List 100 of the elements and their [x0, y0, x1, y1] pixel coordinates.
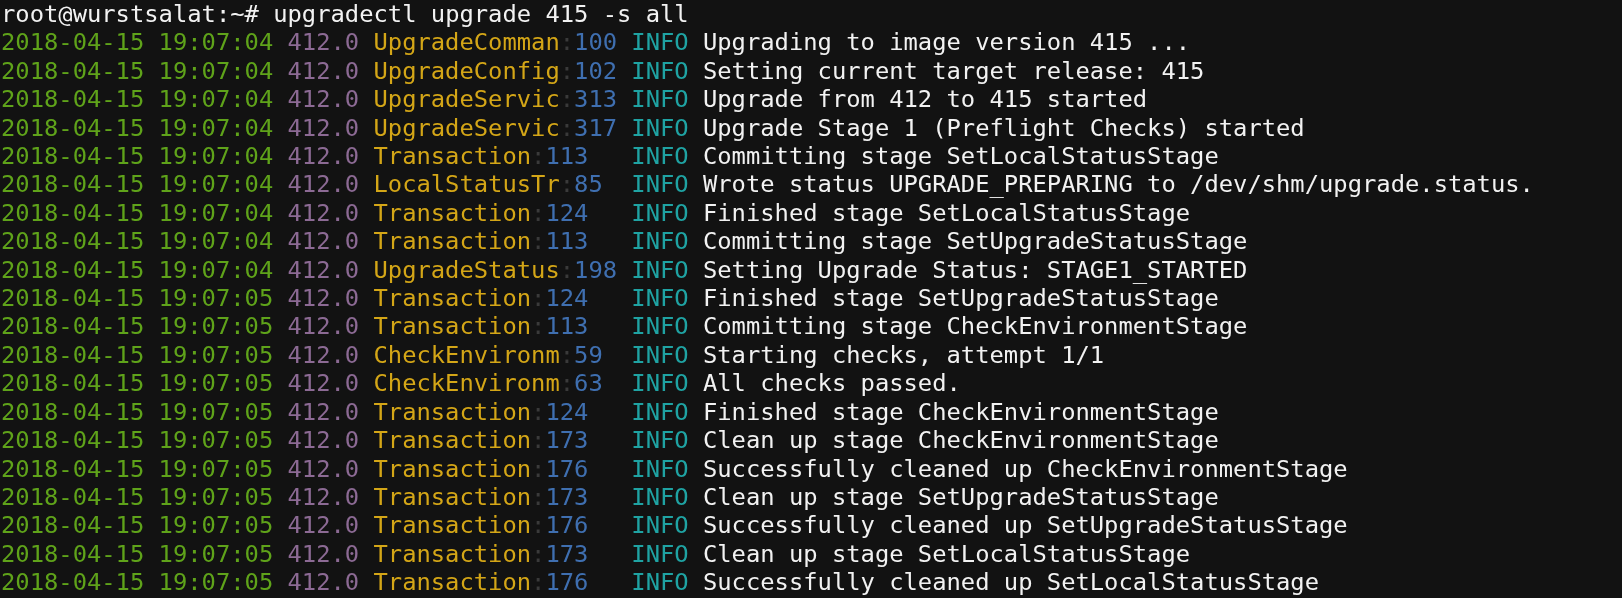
source-text: UpgradeConfig	[373, 56, 560, 86]
message-text: Wrote status UPGRADE_PREPARING to /dev/shm/upgrade.status.	[702, 170, 1534, 199]
message-text: Starting checks, attempt 1/1	[702, 340, 1105, 370]
source-text: Transaction	[373, 227, 532, 256]
message-text: Committing stage CheckEnvironmentStage	[702, 312, 1248, 341]
version-text: 412.0	[287, 397, 360, 427]
message-text: Clean up stage CheckEnvironmentStage	[702, 426, 1219, 455]
level-text: INFO	[631, 511, 689, 540]
version-text: 412.0	[287, 28, 360, 57]
separator-text: :	[559, 113, 575, 143]
separator-text: :	[559, 170, 575, 199]
source-text: Transaction	[373, 397, 532, 427]
level-text: INFO	[631, 28, 689, 57]
timestamp-text: 2018-04-15 19:07:04	[1, 227, 274, 256]
message-text: Setting Upgrade Status: STAGE1_STARTED	[702, 255, 1248, 285]
line-number: 59	[574, 340, 603, 370]
timestamp-text: 2018-04-15 19:07:04	[1, 56, 274, 86]
version-text: 412.0	[287, 255, 360, 285]
separator-text: :	[531, 454, 546, 483]
level-text: INFO	[631, 426, 689, 455]
level-text: INFO	[631, 397, 689, 427]
line-number: 113	[545, 312, 589, 341]
timestamp-text: 2018-04-15 19:07:04	[1, 255, 274, 285]
timestamp-text: 2018-04-15 19:07:05	[1, 426, 274, 455]
line-number: 85	[574, 170, 603, 199]
version-text: 412.0	[287, 511, 360, 540]
line-number: 124	[545, 198, 589, 228]
separator-text: :	[531, 227, 546, 256]
timestamp-text: 2018-04-15 19:07:05	[1, 539, 274, 569]
source-text: Transaction	[373, 568, 532, 597]
source-text: Transaction	[373, 312, 532, 341]
level-text: INFO	[631, 170, 689, 199]
line-number: 176	[545, 511, 589, 540]
separator-text: :	[531, 539, 546, 569]
source-text: UpgradeServic	[373, 85, 560, 114]
separator-text: :	[559, 255, 575, 285]
message-text: Upgrade Stage 1 (Preflight Checks) started	[702, 113, 1305, 143]
line-number: 124	[545, 397, 589, 427]
separator-text: :	[531, 482, 546, 512]
timestamp-text: 2018-04-15 19:07:04	[1, 85, 274, 114]
source-text: CheckEnvironm	[373, 340, 560, 370]
version-text: 412.0	[287, 113, 360, 143]
command-text: upgradectl upgrade 415 -s all	[273, 0, 689, 29]
separator-text: :	[531, 284, 546, 313]
level-text: INFO	[631, 369, 689, 398]
level-text: INFO	[631, 312, 689, 341]
timestamp-text: 2018-04-15 19:07:04	[1, 113, 274, 143]
version-text: 412.0	[287, 482, 360, 512]
timestamp-text: 2018-04-15 19:07:04	[1, 170, 274, 199]
separator-text: :	[531, 568, 546, 597]
source-text: Transaction	[373, 511, 532, 540]
version-text: 412.0	[287, 284, 360, 313]
timestamp-text: 2018-04-15 19:07:05	[1, 369, 274, 398]
separator-text: :	[531, 397, 546, 427]
separator-text: :	[559, 85, 575, 114]
line-number: 173	[545, 426, 589, 455]
message-text: Clean up stage SetLocalStatusStage	[702, 539, 1191, 569]
source-text: Transaction	[373, 482, 532, 512]
separator-text: :	[531, 142, 546, 171]
line-number: 100	[574, 28, 618, 57]
level-text: INFO	[631, 142, 689, 171]
prompt-text: root@wurstsalat:~#	[1, 0, 259, 29]
line-number: 63	[574, 369, 603, 398]
source-text: UpgradeServic	[373, 113, 560, 143]
level-text: INFO	[631, 85, 689, 114]
message-text: Upgrading to image version 415 ...	[702, 28, 1191, 57]
version-text: 412.0	[287, 568, 360, 597]
line-number: 113	[545, 227, 589, 256]
version-text: 412.0	[287, 142, 360, 171]
version-text: 412.0	[287, 170, 360, 199]
message-text: Clean up stage SetUpgradeStatusStage	[702, 482, 1219, 512]
level-text: INFO	[631, 227, 689, 256]
source-text: Transaction	[373, 198, 532, 228]
separator-text: :	[531, 426, 546, 455]
message-text: All checks passed.	[702, 369, 961, 398]
line-number: 198	[574, 255, 618, 285]
source-text: UpgradeStatus	[373, 255, 560, 285]
source-text: Transaction	[373, 454, 532, 483]
version-text: 412.0	[287, 312, 360, 341]
level-text: INFO	[631, 482, 689, 512]
source-text: Transaction	[373, 426, 532, 455]
separator-text: :	[531, 198, 546, 228]
timestamp-text: 2018-04-15 19:07:05	[1, 511, 274, 540]
separator-text: :	[531, 312, 546, 341]
level-text: INFO	[631, 255, 689, 285]
line-number: 102	[574, 56, 618, 86]
timestamp-text: 2018-04-15 19:07:05	[1, 454, 274, 483]
message-text: Finished stage SetLocalStatusStage	[702, 198, 1191, 228]
level-text: INFO	[631, 198, 689, 228]
message-text: Finished stage SetUpgradeStatusStage	[702, 284, 1219, 313]
level-text: INFO	[631, 56, 689, 86]
message-text: Successfully cleaned up SetUpgradeStatusStage	[702, 511, 1348, 540]
source-text: UpgradeComman	[373, 28, 560, 57]
timestamp-text: 2018-04-15 19:07:04	[1, 142, 274, 171]
line-number: 176	[545, 454, 589, 483]
line-number: 124	[545, 284, 589, 313]
message-text: Committing stage SetUpgradeStatusStage	[702, 227, 1248, 256]
line-number: 173	[545, 482, 589, 512]
timestamp-text: 2018-04-15 19:07:04	[1, 28, 274, 57]
version-text: 412.0	[287, 227, 360, 256]
